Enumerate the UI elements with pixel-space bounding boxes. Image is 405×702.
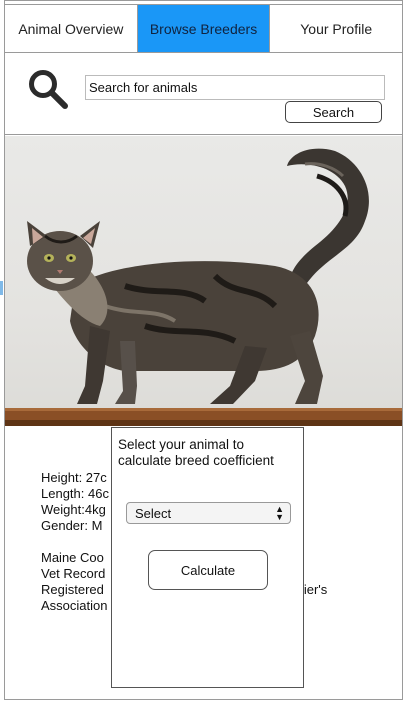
select-arrows-icon: ▲ ▼ [275, 504, 284, 522]
tab-your-profile[interactable]: Your Profile [270, 5, 402, 52]
animal-select[interactable]: Select ▲ ▼ [126, 502, 291, 524]
search-bar: Search [5, 53, 402, 135]
registered-label: Registered [41, 582, 104, 597]
app-frame: Animal Overview Browse Breeders Your Pro… [4, 0, 403, 700]
search-button[interactable]: Search [285, 101, 382, 123]
edge-marker [0, 281, 3, 295]
select-value: Select [135, 505, 172, 521]
top-nav: Animal Overview Browse Breeders Your Pro… [5, 4, 402, 53]
tab-browse-breeders[interactable]: Browse Breeders [137, 5, 271, 52]
tab-animal-overview[interactable]: Animal Overview [5, 5, 138, 52]
breed-coefficient-dialog: Select your animal to calculate breed co… [111, 427, 304, 688]
dialog-title: Select your animal to calculate breed co… [118, 437, 274, 468]
search-icon[interactable] [27, 68, 69, 110]
calculate-button[interactable]: Calculate [148, 550, 268, 590]
cat-photo [5, 136, 402, 426]
search-input[interactable] [85, 75, 385, 100]
